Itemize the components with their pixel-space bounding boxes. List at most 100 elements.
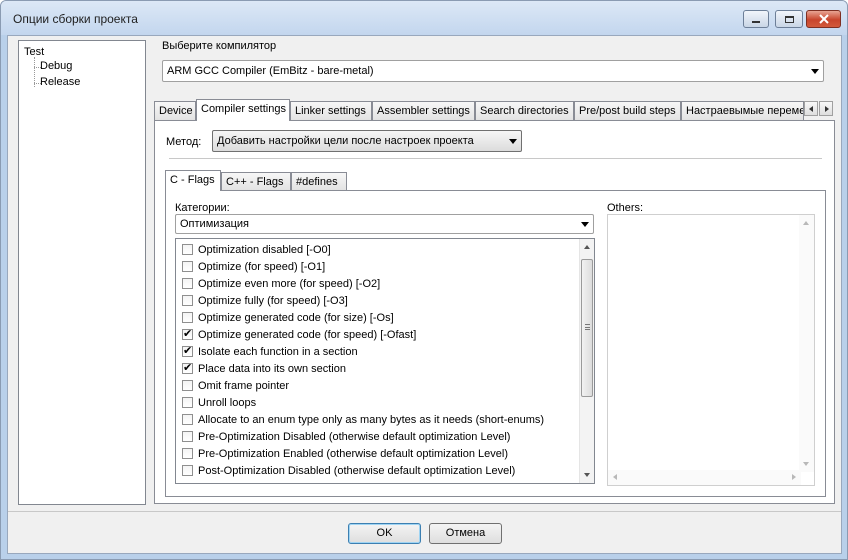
scroll-left-icon	[613, 474, 617, 480]
checkbox[interactable]	[182, 295, 193, 306]
checkbox[interactable]	[182, 397, 193, 408]
flag-checkbox-row[interactable]: Omit frame pointer	[182, 377, 289, 394]
target-tree[interactable]: Test Debug Release	[18, 40, 146, 505]
window-title: Опции сборки проекта	[13, 12, 138, 26]
checkbox[interactable]	[182, 261, 193, 272]
flag-label: Optimize even more (for speed) [-O2]	[198, 277, 381, 290]
scroll-thumb[interactable]	[581, 259, 593, 397]
flag-checkbox-row[interactable]: Optimize (for speed) [-O1]	[182, 258, 325, 275]
chevron-down-icon	[811, 69, 819, 74]
tab-linker-settings[interactable]: Linker settings	[290, 101, 372, 120]
categories-label: Категории:	[175, 202, 230, 214]
checkmark-icon: ✔	[183, 328, 193, 340]
tab-label: #defines	[296, 176, 338, 188]
tab-label: Search directories	[480, 105, 569, 117]
tab-scroll-right-button[interactable]	[819, 101, 833, 116]
flag-label: Pre-Optimization Enabled (otherwise defa…	[198, 447, 508, 460]
cancel-button[interactable]: Отмена	[429, 523, 502, 544]
flag-checkbox-row[interactable]: Pre-Optimization Enabled (otherwise defa…	[182, 445, 508, 462]
scroll-up-icon[interactable]	[584, 245, 590, 249]
flag-label: Optimize (for speed) [-O1]	[198, 260, 326, 273]
flag-checkbox-row[interactable]: Unroll loops	[182, 394, 256, 411]
flag-label: Allocate to an enum type only as many by…	[198, 413, 545, 426]
checkbox[interactable]	[182, 312, 193, 323]
maximize-icon	[784, 15, 794, 23]
flag-label: Isolate each function in a section	[198, 345, 358, 358]
tree-node-debug[interactable]: Debug	[40, 60, 72, 72]
tab-cpp-flags[interactable]: C++ - Flags	[221, 172, 291, 190]
flag-checkbox-row[interactable]: Optimize fully (for speed) [-O3]	[182, 292, 348, 309]
checkbox[interactable]: ✔	[182, 345, 193, 357]
flag-checkbox-row[interactable]: Allocate to an enum type only as many by…	[182, 411, 544, 428]
flag-checkbox-row[interactable]: Post-Optimization Disabled (otherwise de…	[182, 462, 515, 479]
tab-label: C++ - Flags	[226, 176, 284, 188]
tab-defines[interactable]: #defines	[291, 172, 347, 190]
tab-label: Device	[159, 105, 193, 117]
compiler-settings-page: Метод: Добавить настройки цели после нас…	[154, 120, 835, 504]
tab-label: Compiler settings	[201, 103, 286, 115]
flag-checkbox-row[interactable]: ✔ Optimize generated code (for speed) [-O…	[182, 326, 416, 343]
flag-checkbox-row[interactable]: Optimization disabled [-O0]	[182, 241, 331, 258]
flag-label: Omit frame pointer	[198, 379, 290, 392]
tab-device[interactable]: Device	[154, 101, 196, 120]
others-horizontal-scrollbar[interactable]	[608, 470, 801, 485]
checkbox[interactable]: ✔	[182, 328, 193, 340]
others-vertical-scrollbar[interactable]	[799, 215, 814, 472]
minimize-button[interactable]	[743, 10, 769, 28]
checkbox[interactable]	[182, 380, 193, 391]
flags-scrollbar[interactable]	[579, 239, 594, 483]
categories-select[interactable]: Оптимизация	[175, 214, 594, 234]
flag-checkbox-row[interactable]: Pre-Optimization Disabled (otherwise def…	[182, 428, 510, 445]
tab-pre-post-build-steps[interactable]: Pre/post build steps	[574, 101, 681, 120]
tab-label: Linker settings	[295, 105, 366, 117]
ok-button[interactable]: OK	[348, 523, 421, 544]
divider	[8, 511, 841, 512]
tab-compiler-settings[interactable]: Compiler settings	[196, 99, 290, 121]
checkbox[interactable]	[182, 278, 193, 289]
checkbox[interactable]: ✔	[182, 362, 193, 374]
scroll-down-icon[interactable]	[584, 473, 590, 477]
minimize-icon	[752, 21, 760, 23]
divider	[169, 158, 822, 159]
tab-scroll-left-button[interactable]	[804, 101, 818, 116]
flag-label: Pre-Optimization Disabled (otherwise def…	[198, 430, 511, 443]
scroll-up-icon	[803, 221, 809, 225]
tab-label: Настраевымые переменные	[686, 105, 803, 117]
tab-search-directories[interactable]: Search directories	[475, 101, 574, 120]
tab-custom-variables[interactable]: Настраевымые переменные	[681, 101, 804, 120]
flag-checkbox-row[interactable]: ✔ Place data into its own section	[182, 360, 346, 377]
title-bar: Опции сборки проекта	[1, 1, 847, 35]
close-icon	[818, 14, 829, 24]
flag-label: Optimize fully (for speed) [-O3]	[198, 294, 348, 307]
checkbox[interactable]	[182, 414, 193, 425]
maximize-button[interactable]	[775, 10, 803, 28]
tree-node-release[interactable]: Release	[40, 76, 80, 88]
c-flags-page: Категории: Оптимизация Optimization disa…	[165, 190, 826, 497]
arrow-right-icon	[825, 106, 829, 112]
tab-label: C - Flags	[170, 174, 215, 186]
flag-label: Optimize generated code (for speed) [-Of…	[198, 328, 417, 341]
others-textarea[interactable]	[607, 214, 815, 486]
tab-label: Pre/post build steps	[579, 105, 676, 117]
dialog-client-area: Test Debug Release Выберите компилятор A…	[7, 35, 842, 554]
tab-c-flags[interactable]: C - Flags	[165, 170, 221, 191]
method-select[interactable]: Добавить настройки цели после настроек п…	[212, 130, 522, 152]
flag-label: Optimization disabled [-O0]	[198, 243, 331, 256]
compiler-label: Выберите компилятор	[162, 40, 277, 52]
checkbox[interactable]	[182, 465, 193, 476]
scroll-right-icon	[792, 474, 796, 480]
compiler-selected-value: ARM GCC Compiler (EmBitz - bare-metal)	[167, 65, 374, 77]
tab-assembler-settings[interactable]: Assembler settings	[372, 101, 475, 120]
close-button[interactable]	[806, 10, 841, 28]
flag-checkbox-row[interactable]: Optimize generated code (for size) [-Os]	[182, 309, 394, 326]
compiler-select[interactable]: ARM GCC Compiler (EmBitz - bare-metal)	[162, 60, 824, 82]
flag-label: Post-Optimization Disabled (otherwise de…	[198, 464, 516, 477]
settings-tabs: Device Compiler settings Linker settings…	[154, 99, 834, 121]
flag-checkbox-row[interactable]: Optimize even more (for speed) [-O2]	[182, 275, 380, 292]
flag-checkbox-row[interactable]: ✔ Isolate each function in a section	[182, 343, 358, 360]
compiler-flags-list[interactable]: Optimization disabled [-O0] Optimize (for…	[175, 238, 595, 484]
checkbox[interactable]	[182, 431, 193, 442]
checkbox[interactable]	[182, 448, 193, 459]
flag-label: Optimize generated code (for size) [-Os]	[198, 311, 394, 324]
checkbox[interactable]	[182, 244, 193, 255]
